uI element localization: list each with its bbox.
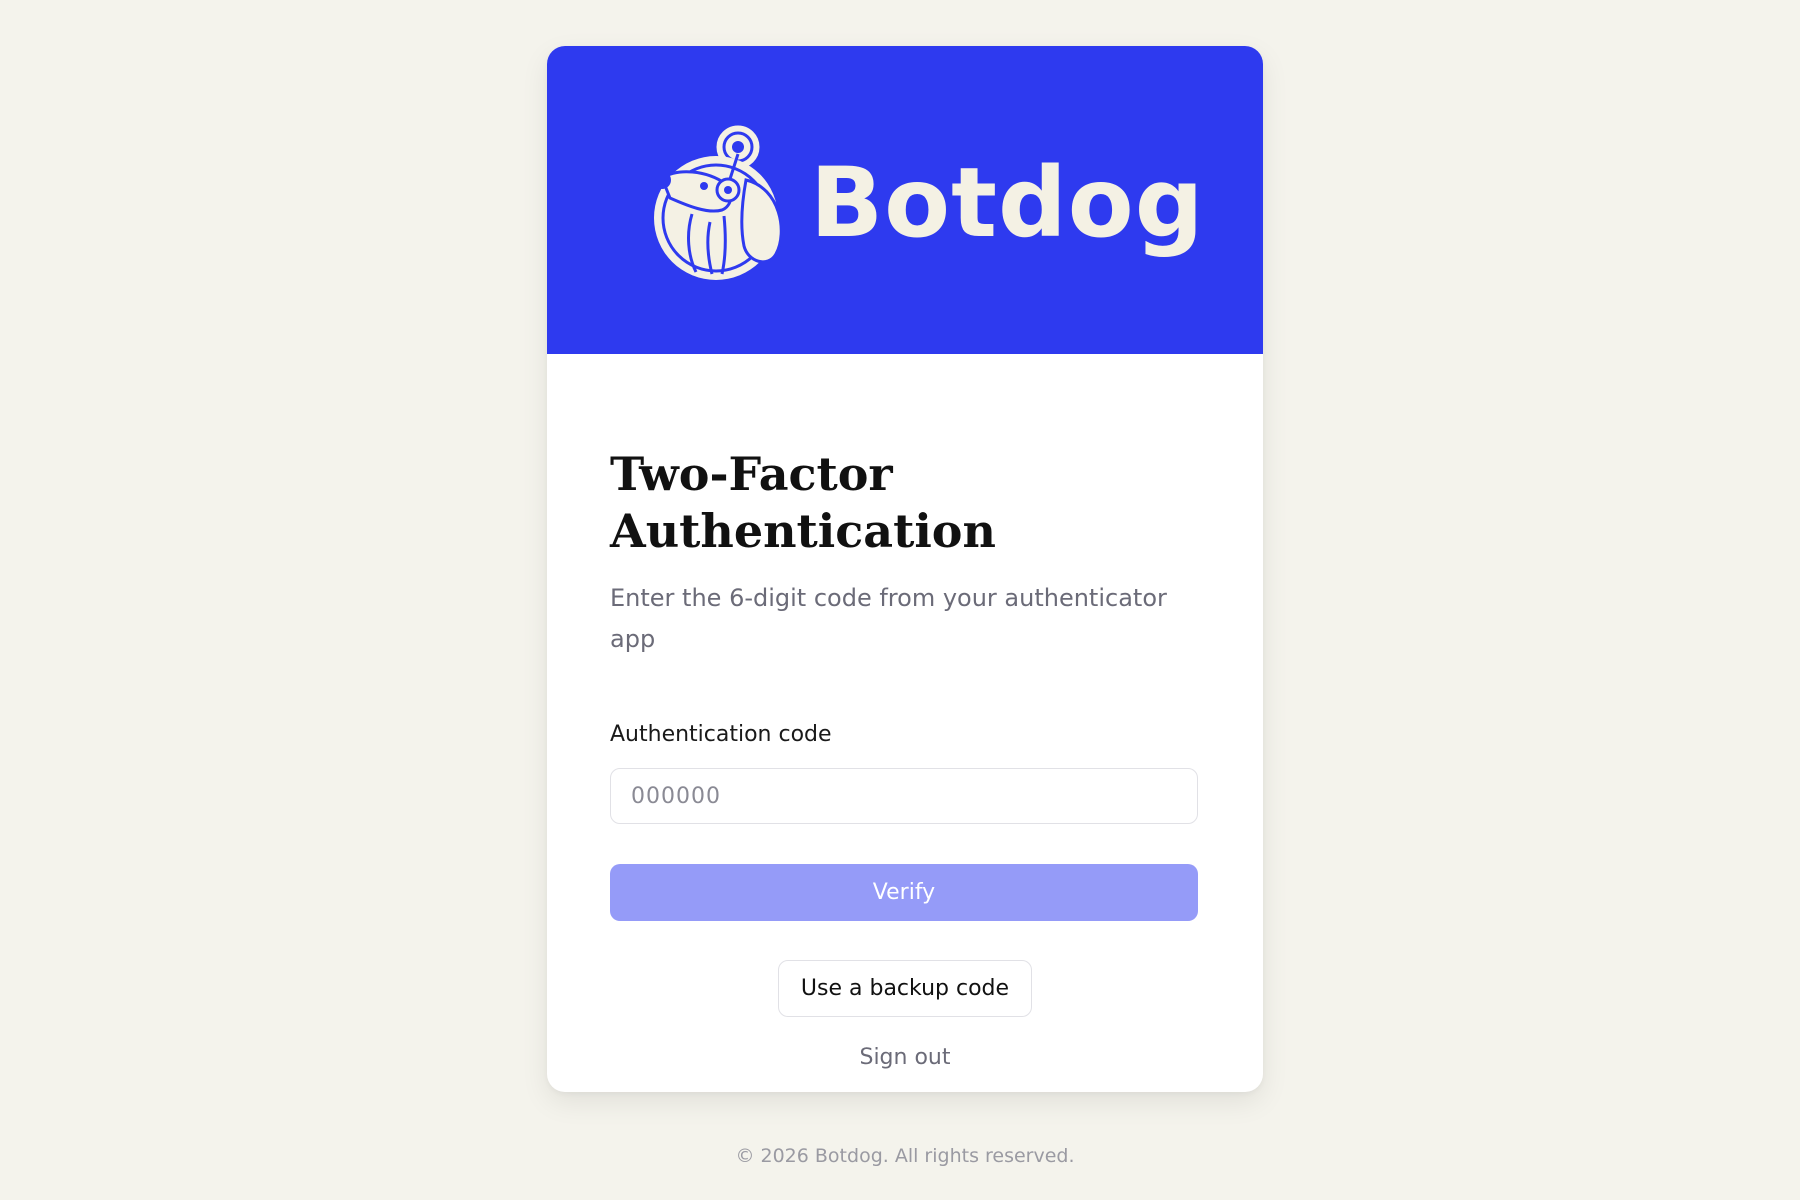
auth-code-label: Authentication code [610,722,832,747]
brand-name: Botdog [810,147,1205,259]
sign-out-link[interactable]: Sign out [547,1043,1263,1073]
auth-card: Botdog Two-Factor Authentication Enter t… [547,46,1263,1092]
dog-mascot-icon [653,122,783,280]
page-title: Two-Factor Authentication [610,447,996,558]
verify-button[interactable]: Verify [610,864,1198,921]
use-backup-code-button[interactable]: Use a backup code [778,960,1032,1017]
brand-header: Botdog [547,46,1263,354]
page-subtitle: Enter the 6-digit code from your authent… [610,584,1167,653]
footer-copyright: © 2026 Botdog. All rights reserved. [735,1145,1075,1167]
auth-code-input[interactable] [610,768,1198,824]
